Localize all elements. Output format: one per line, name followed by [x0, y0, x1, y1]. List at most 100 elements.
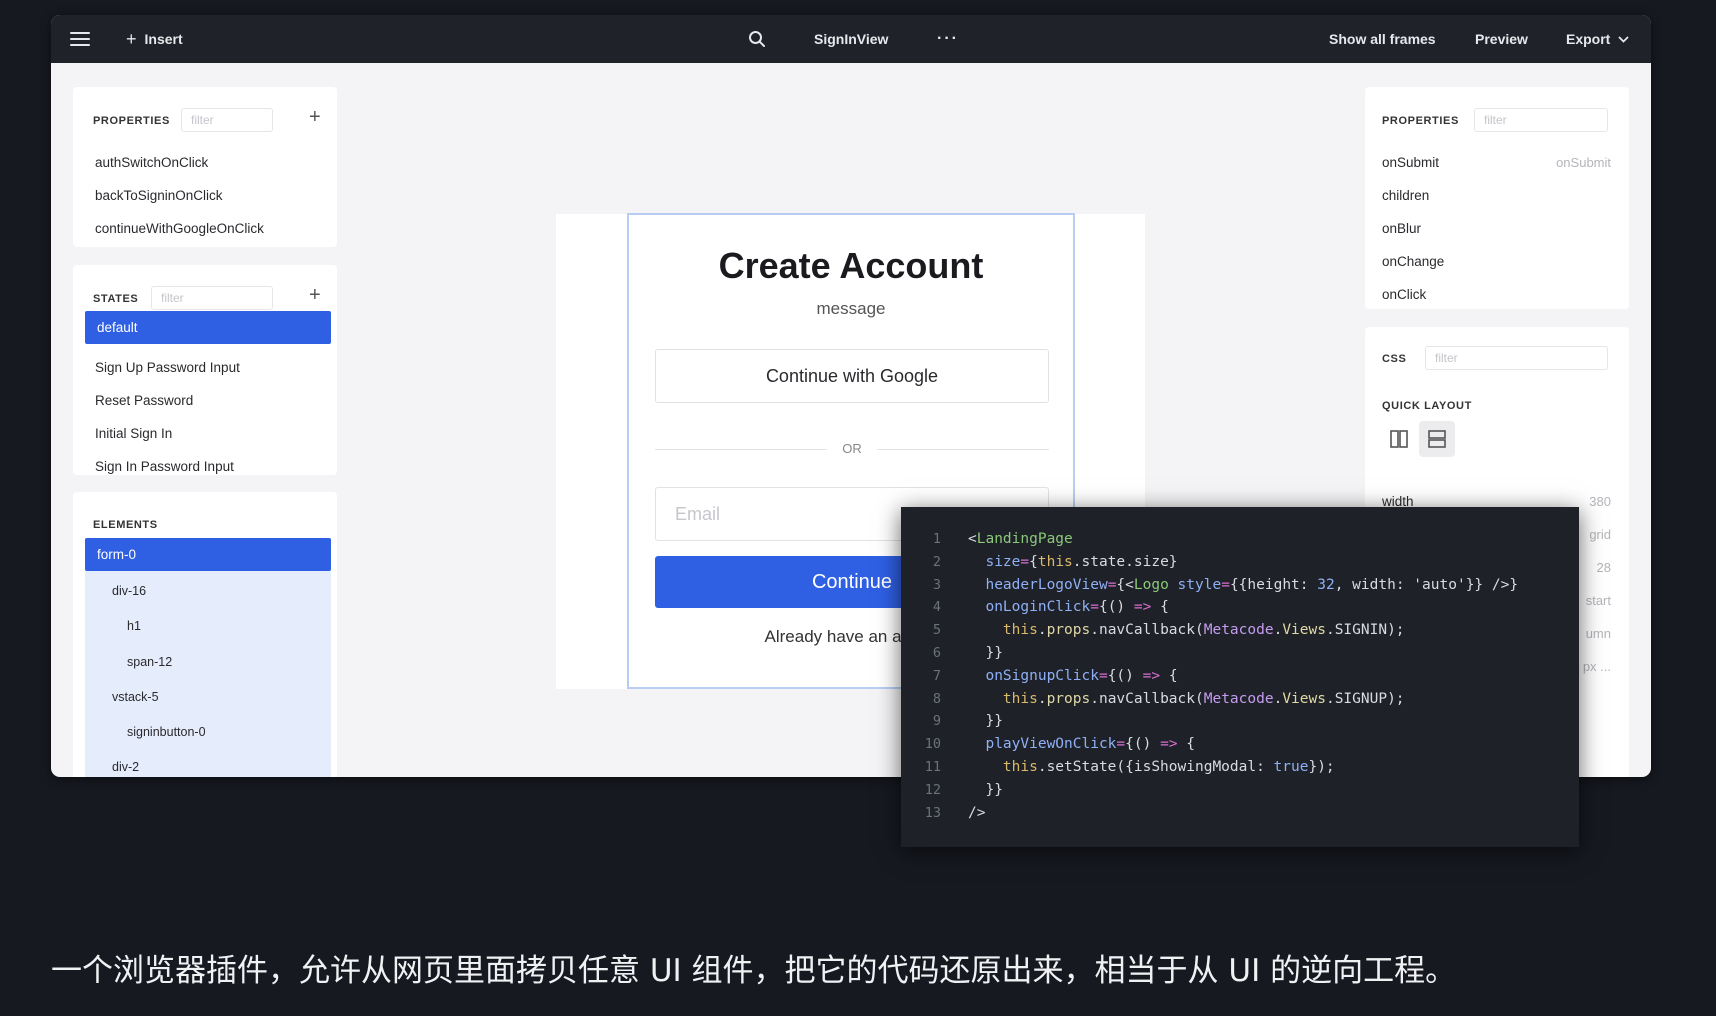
state-item[interactable]: Sign Up Password Input: [95, 360, 240, 375]
code-token: }}: [968, 644, 1003, 661]
element-item-selected[interactable]: form-0: [85, 538, 331, 571]
code-token: =>: [1142, 667, 1161, 684]
export-label: Export: [1566, 31, 1611, 47]
frame-name-label[interactable]: SignInView: [814, 15, 888, 63]
code-token: , width:: [1334, 576, 1414, 593]
code-text: this.props.navCallback(Metacode.Views.SI…: [968, 619, 1405, 642]
property-item[interactable]: authSwitchOnClick: [95, 155, 208, 170]
state-item[interactable]: Reset Password: [95, 393, 193, 408]
code-token: =: [1221, 576, 1230, 593]
code-token: {: [1151, 599, 1169, 616]
element-item[interactable]: span-12: [127, 655, 172, 669]
code-token: {: [1029, 553, 1038, 570]
code-text: this.props.navCallback(Metacode.Views.SI…: [968, 688, 1405, 711]
code-token: Metacode: [1203, 690, 1274, 707]
code-token: .SIGNIN);: [1325, 622, 1405, 639]
property-item[interactable]: continueWithGoogleOnClick: [95, 221, 264, 236]
code-token: =: [1020, 553, 1030, 570]
add-state-button[interactable]: +: [309, 285, 321, 305]
rows-layout-icon[interactable]: [1419, 421, 1455, 457]
code-token: }}: [968, 781, 1003, 798]
code-line: 4 onLoginClick={() => {: [901, 596, 1579, 619]
code-token: Views: [1282, 690, 1326, 707]
line-number: 6: [932, 644, 941, 661]
code-token: {(): [1125, 736, 1161, 753]
code-token: {<: [1116, 576, 1134, 593]
columns-layout-icon[interactable]: [1381, 421, 1417, 457]
code-text: onLoginClick={() => {: [968, 596, 1169, 619]
element-item[interactable]: div-2: [112, 760, 139, 774]
code-token: LandingPage: [976, 531, 1073, 547]
property-item[interactable]: children: [1382, 188, 1429, 203]
code-text: <LandingPage: [968, 528, 1073, 551]
property-value[interactable]: onSubmit: [1556, 155, 1611, 170]
quick-layout-title: QUICK LAYOUT: [1382, 400, 1472, 412]
css-value[interactable]: umn: [1586, 626, 1611, 641]
state-item[interactable]: Initial Sign In: [95, 426, 172, 441]
code-line: 1 <LandingPage: [901, 528, 1579, 551]
code-line: 11 this.setState({isShowingModal: true})…: [901, 756, 1579, 779]
code-token: .: [1037, 622, 1047, 639]
code-line: 5 this.props.navCallback(Metacode.Views.…: [901, 619, 1579, 642]
states-filter-input[interactable]: filter: [151, 286, 273, 310]
code-panel: 1 <LandingPage 2 size={this.state.size} 3 h…: [901, 507, 1579, 847]
code-line: 6 }}: [901, 642, 1579, 665]
property-item[interactable]: onClick: [1382, 287, 1426, 302]
insert-label: Insert: [144, 31, 183, 47]
code-token: 32: [1317, 576, 1335, 593]
css-value[interactable]: px ...: [1583, 659, 1611, 674]
code-token: .setState({isShowingModal:: [1037, 758, 1274, 775]
code-token: =: [1090, 599, 1099, 616]
state-item-default[interactable]: default: [85, 311, 331, 344]
export-button[interactable]: Export: [1566, 15, 1629, 63]
code-token: {(): [1107, 667, 1143, 684]
code-token: .SIGNUP);: [1325, 690, 1405, 707]
properties-title: PROPERTIES: [93, 115, 170, 127]
left-elements-panel: ELEMENTS form-0 div-16 h1 span-12 vstack…: [73, 492, 337, 777]
property-item[interactable]: onChange: [1382, 254, 1444, 269]
css-value[interactable]: grid: [1589, 527, 1611, 542]
element-item[interactable]: vstack-5: [112, 690, 159, 704]
element-item[interactable]: h1: [127, 619, 141, 633]
code-token: =: [1098, 667, 1108, 684]
property-item[interactable]: backToSigninOnClick: [95, 188, 223, 203]
line-number: 5: [932, 622, 941, 639]
code-text: onSignupClick={() => {: [968, 665, 1177, 688]
property-item[interactable]: onSubmit: [1382, 155, 1439, 170]
divider-line: [877, 449, 1049, 450]
show-all-frames-button[interactable]: Show all frames: [1329, 15, 1436, 63]
code-text: }}: [968, 642, 1003, 665]
property-item[interactable]: onBlur: [1382, 221, 1421, 236]
search-icon[interactable]: [745, 15, 769, 63]
code-text: this.setState({isShowingModal: true});: [968, 756, 1335, 779]
top-toolbar: + Insert SignInView ··· Show all frames …: [51, 15, 1651, 63]
css-value[interactable]: 28: [1597, 560, 1611, 575]
menu-icon[interactable]: [69, 15, 91, 63]
line-number: 3: [932, 576, 941, 593]
css-value[interactable]: start: [1586, 593, 1611, 608]
add-property-button[interactable]: +: [309, 107, 321, 127]
code-line: 13 />: [901, 802, 1579, 825]
element-item[interactable]: signinbutton-0: [127, 725, 206, 739]
plus-icon: +: [126, 29, 137, 49]
element-tree-highlight: [85, 538, 331, 777]
code-token: onLoginClick: [985, 599, 1091, 616]
properties-title: PROPERTIES: [1382, 115, 1459, 127]
width-value[interactable]: 380: [1589, 494, 1611, 509]
more-options-icon[interactable]: ···: [937, 15, 959, 63]
state-item[interactable]: Sign In Password Input: [95, 459, 234, 474]
css-filter-input[interactable]: filter: [1425, 346, 1608, 370]
states-title: STATES: [93, 293, 139, 305]
continue-with-google-button[interactable]: Continue with Google: [655, 349, 1049, 403]
properties-filter-input[interactable]: filter: [181, 108, 273, 132]
preview-button[interactable]: Preview: [1475, 15, 1528, 63]
insert-button[interactable]: + Insert: [126, 15, 183, 63]
properties-filter-input[interactable]: filter: [1474, 108, 1608, 132]
element-item[interactable]: div-16: [112, 584, 146, 598]
code-token: />: [968, 804, 986, 821]
